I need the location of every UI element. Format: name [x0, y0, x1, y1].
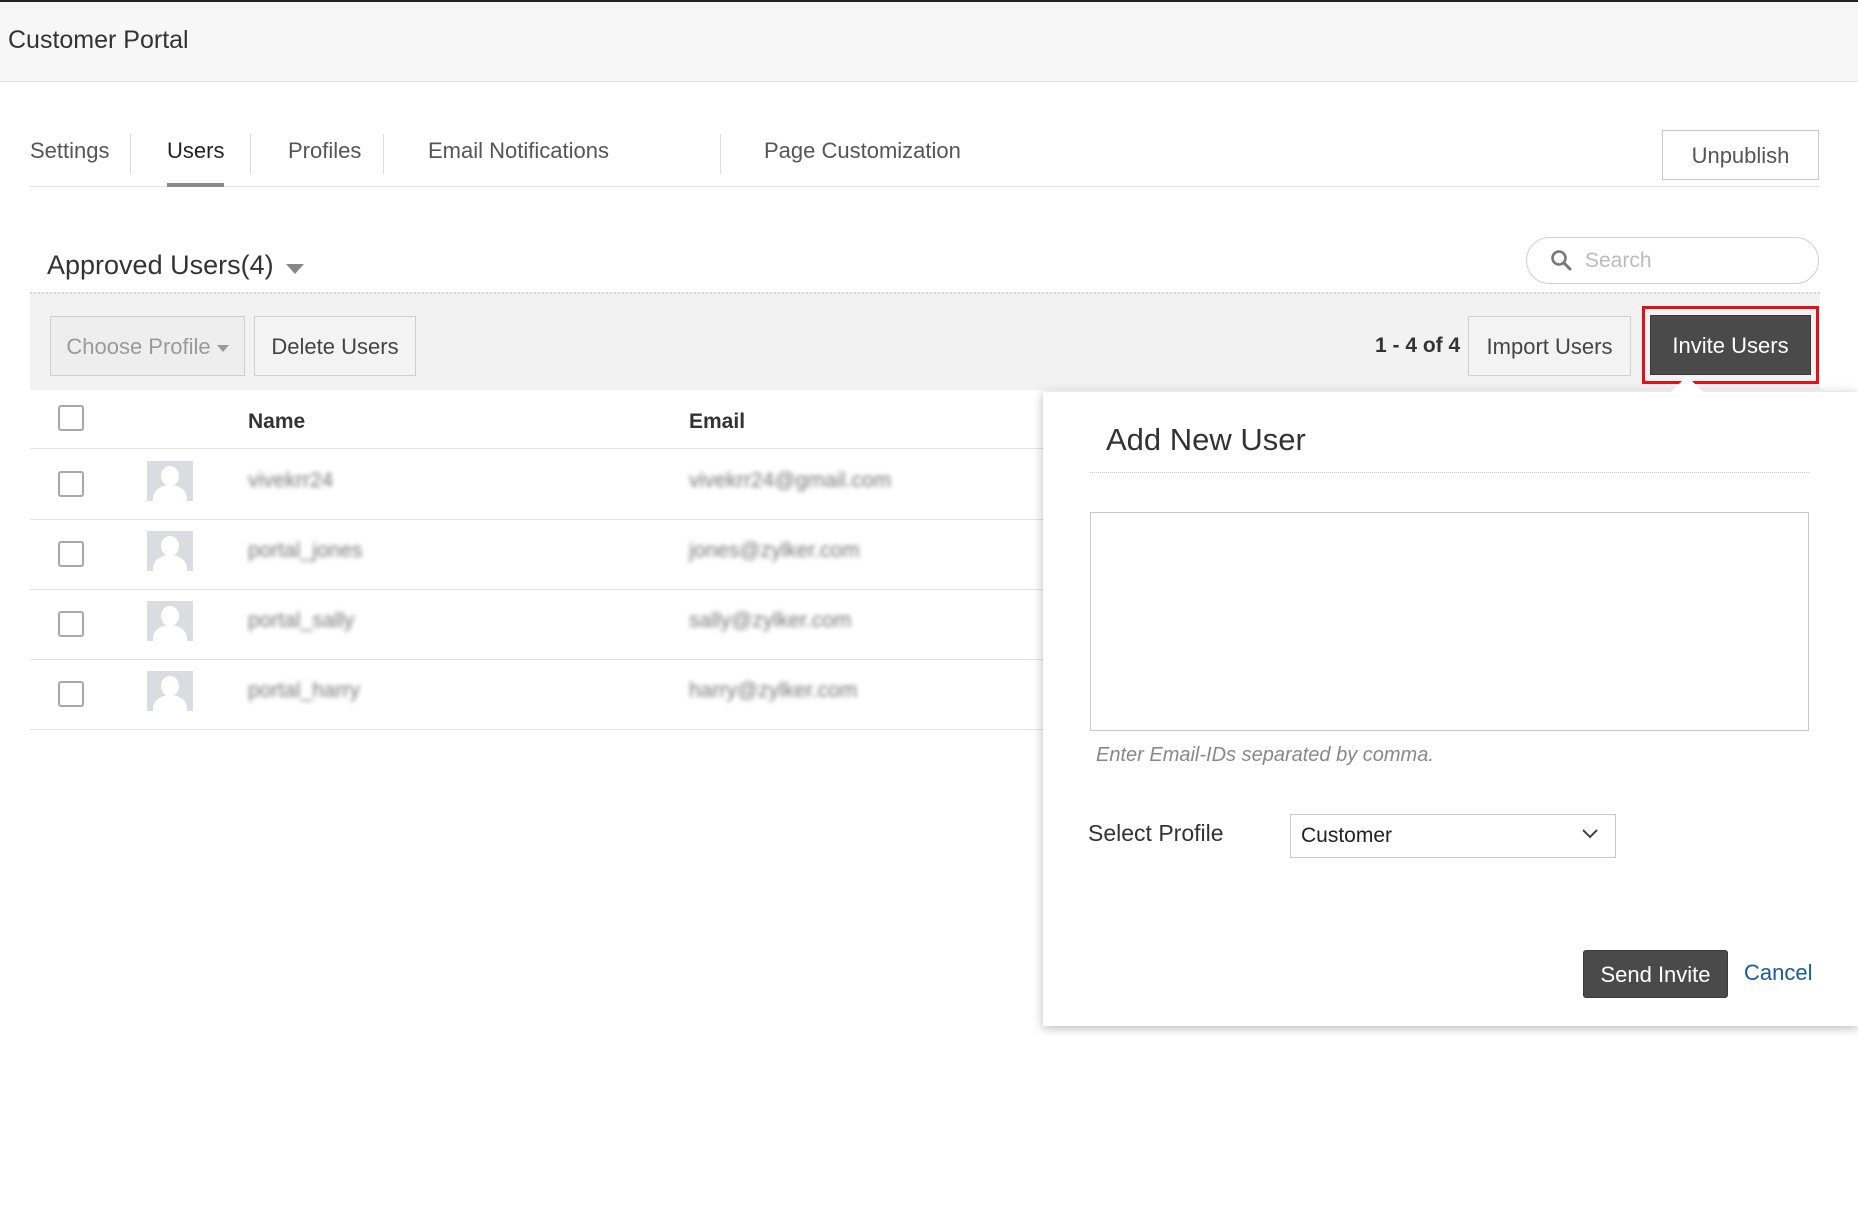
user-email: jones@zylker.com	[689, 539, 860, 562]
user-name[interactable]: portal_harry	[248, 679, 360, 703]
app-title: Customer Portal	[8, 26, 189, 54]
tab-divider	[250, 134, 251, 174]
avatar	[147, 601, 193, 641]
table-header: Name Email	[30, 392, 1050, 449]
search-box	[1526, 237, 1819, 284]
select-all-checkbox[interactable]	[58, 405, 84, 431]
approved-users-title[interactable]: Approved Users(4)	[47, 250, 274, 281]
tab-divider	[383, 134, 384, 174]
users-toolbar: Choose Profile Delete Users 1 - 4 of 4 I…	[30, 292, 1820, 390]
user-name[interactable]: portal_jones	[248, 539, 362, 563]
chevron-down-icon	[1582, 829, 1598, 839]
choose-profile-label: Choose Profile	[66, 334, 211, 359]
tab-bar: Settings Users Profiles Email Notificati…	[30, 124, 1820, 187]
tab-users[interactable]: Users	[167, 124, 225, 187]
caret-down-icon	[216, 344, 229, 352]
email-hint: Enter Email-IDs separated by comma.	[1096, 744, 1434, 766]
popover-arrow	[1671, 376, 1703, 392]
search-input[interactable]	[1583, 246, 1807, 276]
search-icon	[1551, 250, 1572, 271]
send-invite-button[interactable]: Send Invite	[1583, 950, 1728, 998]
popover-title: Add New User	[1106, 422, 1306, 457]
table-row[interactable]: vivekrr24 vivekrr24@gmail.com	[30, 449, 1050, 520]
user-email: sally@zylker.com	[689, 609, 852, 632]
avatar	[147, 461, 193, 501]
table-row[interactable]: portal_jones jones@zylker.com	[30, 519, 1050, 590]
profile-select[interactable]: Customer	[1290, 814, 1616, 858]
column-header-email: Email	[689, 410, 746, 433]
table-row[interactable]: portal_sally sally@zylker.com	[30, 589, 1050, 660]
row-checkbox[interactable]	[58, 611, 84, 637]
tab-profiles[interactable]: Profiles	[288, 124, 361, 186]
profile-select-value: Customer	[1301, 824, 1393, 847]
tab-divider	[130, 134, 131, 174]
tab-page-customization[interactable]: Page Customization	[764, 124, 961, 186]
unpublish-button[interactable]: Unpublish	[1662, 130, 1819, 180]
user-name[interactable]: portal_sally	[248, 609, 354, 633]
pagination-count: 1 - 4 of 4	[1375, 334, 1461, 357]
invite-users-button[interactable]: Invite Users	[1650, 315, 1811, 375]
row-checkbox[interactable]	[58, 681, 84, 707]
email-ids-input[interactable]	[1090, 512, 1809, 731]
user-email: vivekrr24@gmail.com	[689, 469, 892, 492]
row-checkbox[interactable]	[58, 541, 84, 567]
tab-divider	[720, 134, 721, 174]
avatar	[147, 531, 193, 571]
delete-users-button[interactable]: Delete Users	[254, 316, 416, 376]
row-checkbox[interactable]	[58, 471, 84, 497]
column-header-name: Name	[248, 410, 306, 433]
top-bar: Customer Portal	[0, 0, 1858, 82]
popover-divider	[1090, 472, 1809, 473]
select-profile-label: Select Profile	[1088, 820, 1224, 846]
table-row[interactable]: portal_harry harry@zylker.com	[30, 659, 1050, 730]
cancel-link[interactable]: Cancel	[1744, 960, 1812, 986]
user-name[interactable]: vivekrr24	[248, 469, 333, 493]
import-users-button[interactable]: Import Users	[1468, 316, 1631, 376]
avatar	[147, 671, 193, 711]
user-email: harry@zylker.com	[689, 679, 858, 702]
tab-email-notifications[interactable]: Email Notifications	[428, 124, 609, 186]
add-new-user-popover: Add New User Enter Email-IDs separated b…	[1043, 392, 1858, 1026]
tab-settings[interactable]: Settings	[30, 124, 110, 186]
choose-profile-button[interactable]: Choose Profile	[50, 316, 245, 376]
chevron-down-icon[interactable]	[286, 264, 304, 274]
